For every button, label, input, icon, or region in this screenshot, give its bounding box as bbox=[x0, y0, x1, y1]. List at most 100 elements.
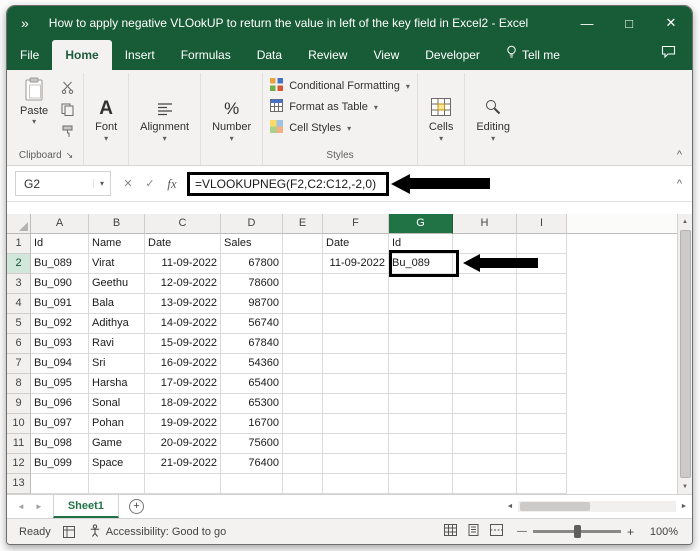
cell-G13[interactable] bbox=[389, 474, 453, 494]
cell-B5[interactable]: Adithya bbox=[89, 314, 145, 334]
cell-H1[interactable] bbox=[453, 234, 517, 254]
cell-G1[interactable]: Id bbox=[389, 234, 453, 254]
column-header-G[interactable]: G bbox=[389, 214, 453, 234]
minimize-button[interactable]: — bbox=[566, 6, 608, 40]
column-header-I[interactable]: I bbox=[517, 214, 567, 234]
zoom-slider[interactable] bbox=[533, 530, 621, 533]
cell-D3[interactable]: 78600 bbox=[221, 274, 283, 294]
cell-A5[interactable]: Bu_092 bbox=[31, 314, 89, 334]
name-box-dropdown-icon[interactable]: ▾ bbox=[93, 179, 110, 188]
cell-A10[interactable]: Bu_097 bbox=[31, 414, 89, 434]
cell-I7[interactable] bbox=[517, 354, 567, 374]
row-header-13[interactable]: 13 bbox=[7, 474, 31, 494]
formula-input[interactable]: =VLOOKUPNEG(F2,C2:C12,-2,0) ^ bbox=[183, 172, 692, 196]
row-header-10[interactable]: 10 bbox=[7, 414, 31, 434]
cell-B6[interactable]: Ravi bbox=[89, 334, 145, 354]
font-group-button[interactable]: A Font ▾ bbox=[91, 97, 121, 144]
cell-D2[interactable]: 67800 bbox=[221, 254, 283, 274]
cell-A1[interactable]: Id bbox=[31, 234, 89, 254]
cell-A8[interactable]: Bu_095 bbox=[31, 374, 89, 394]
cell-I1[interactable] bbox=[517, 234, 567, 254]
cell-E2[interactable] bbox=[283, 254, 323, 274]
cell-G10[interactable] bbox=[389, 414, 453, 434]
cell-I4[interactable] bbox=[517, 294, 567, 314]
cell-C6[interactable]: 15-09-2022 bbox=[145, 334, 221, 354]
cell-E5[interactable] bbox=[283, 314, 323, 334]
cell-E6[interactable] bbox=[283, 334, 323, 354]
cell-F5[interactable] bbox=[323, 314, 389, 334]
page-layout-view-icon[interactable] bbox=[467, 524, 480, 539]
row-header-6[interactable]: 6 bbox=[7, 334, 31, 354]
tab-file[interactable]: File bbox=[7, 40, 52, 70]
cell-E8[interactable] bbox=[283, 374, 323, 394]
cell-B4[interactable]: Bala bbox=[89, 294, 145, 314]
tab-tell-me[interactable]: Tell me bbox=[493, 40, 573, 70]
column-header-F[interactable]: F bbox=[323, 214, 389, 234]
cell-H7[interactable] bbox=[453, 354, 517, 374]
cell-H9[interactable] bbox=[453, 394, 517, 414]
tab-insert[interactable]: Insert bbox=[112, 40, 168, 70]
cell-G6[interactable] bbox=[389, 334, 453, 354]
horizontal-scrollbar[interactable]: ◄ ► bbox=[502, 495, 692, 518]
scroll-down-icon[interactable]: ▼ bbox=[682, 479, 688, 494]
cell-F10[interactable] bbox=[323, 414, 389, 434]
cell-A7[interactable]: Bu_094 bbox=[31, 354, 89, 374]
conditional-formatting-button[interactable]: Conditional Formatting ▾ bbox=[270, 78, 410, 94]
column-header-A[interactable]: A bbox=[31, 214, 89, 234]
row-header-7[interactable]: 7 bbox=[7, 354, 31, 374]
zoom-in-button[interactable]: + bbox=[627, 525, 634, 539]
row-header-1[interactable]: 1 bbox=[7, 234, 31, 254]
cell-I5[interactable] bbox=[517, 314, 567, 334]
cell-A12[interactable]: Bu_099 bbox=[31, 454, 89, 474]
cell-F4[interactable] bbox=[323, 294, 389, 314]
cell-A3[interactable]: Bu_090 bbox=[31, 274, 89, 294]
tab-data[interactable]: Data bbox=[244, 40, 295, 70]
cell-B11[interactable]: Game bbox=[89, 434, 145, 454]
vertical-scrollbar-thumb[interactable] bbox=[680, 230, 691, 478]
number-group-button[interactable]: % Number ▾ bbox=[208, 97, 255, 144]
cell-E7[interactable] bbox=[283, 354, 323, 374]
cell-H11[interactable] bbox=[453, 434, 517, 454]
scroll-up-icon[interactable]: ▲ bbox=[682, 214, 688, 229]
column-header-C[interactable]: C bbox=[145, 214, 221, 234]
cell-F11[interactable] bbox=[323, 434, 389, 454]
cell-C4[interactable]: 13-09-2022 bbox=[145, 294, 221, 314]
cell-I6[interactable] bbox=[517, 334, 567, 354]
cell-I10[interactable] bbox=[517, 414, 567, 434]
cell-H8[interactable] bbox=[453, 374, 517, 394]
hscroll-left-icon[interactable]: ◄ bbox=[502, 503, 518, 510]
accessibility-status[interactable]: Accessibility: Good to go bbox=[89, 524, 226, 540]
cell-H6[interactable] bbox=[453, 334, 517, 354]
zoom-level[interactable]: 100% bbox=[644, 526, 678, 538]
cell-E3[interactable] bbox=[283, 274, 323, 294]
column-header-H[interactable]: H bbox=[453, 214, 517, 234]
cell-B10[interactable]: Pohan bbox=[89, 414, 145, 434]
cell-B9[interactable]: Sonal bbox=[89, 394, 145, 414]
close-button[interactable]: ✕ bbox=[650, 6, 692, 40]
sheet-nav-right-icon[interactable]: ► bbox=[35, 502, 43, 511]
cell-C8[interactable]: 17-09-2022 bbox=[145, 374, 221, 394]
format-as-table-button[interactable]: Format as Table ▾ bbox=[270, 99, 378, 115]
row-header-11[interactable]: 11 bbox=[7, 434, 31, 454]
row-header-12[interactable]: 12 bbox=[7, 454, 31, 474]
cell-I3[interactable] bbox=[517, 274, 567, 294]
cell-C2[interactable]: 11-09-2022 bbox=[145, 254, 221, 274]
cell-B2[interactable]: Virat bbox=[89, 254, 145, 274]
horizontal-scrollbar-thumb[interactable] bbox=[520, 502, 590, 511]
cell-I12[interactable] bbox=[517, 454, 567, 474]
sheet-tab-sheet1[interactable]: Sheet1 bbox=[53, 495, 119, 518]
cell-H13[interactable] bbox=[453, 474, 517, 494]
column-header-B[interactable]: B bbox=[89, 214, 145, 234]
cell-E12[interactable] bbox=[283, 454, 323, 474]
format-painter-button[interactable] bbox=[58, 123, 76, 139]
cell-H5[interactable] bbox=[453, 314, 517, 334]
cell-H12[interactable] bbox=[453, 454, 517, 474]
cell-D1[interactable]: Sales bbox=[221, 234, 283, 254]
tab-view[interactable]: View bbox=[360, 40, 412, 70]
cell-A11[interactable]: Bu_098 bbox=[31, 434, 89, 454]
expand-formula-bar-icon[interactable]: ^ bbox=[677, 178, 682, 190]
cut-button[interactable] bbox=[58, 79, 76, 95]
cell-C12[interactable]: 21-09-2022 bbox=[145, 454, 221, 474]
cell-D4[interactable]: 98700 bbox=[221, 294, 283, 314]
cell-C5[interactable]: 14-09-2022 bbox=[145, 314, 221, 334]
